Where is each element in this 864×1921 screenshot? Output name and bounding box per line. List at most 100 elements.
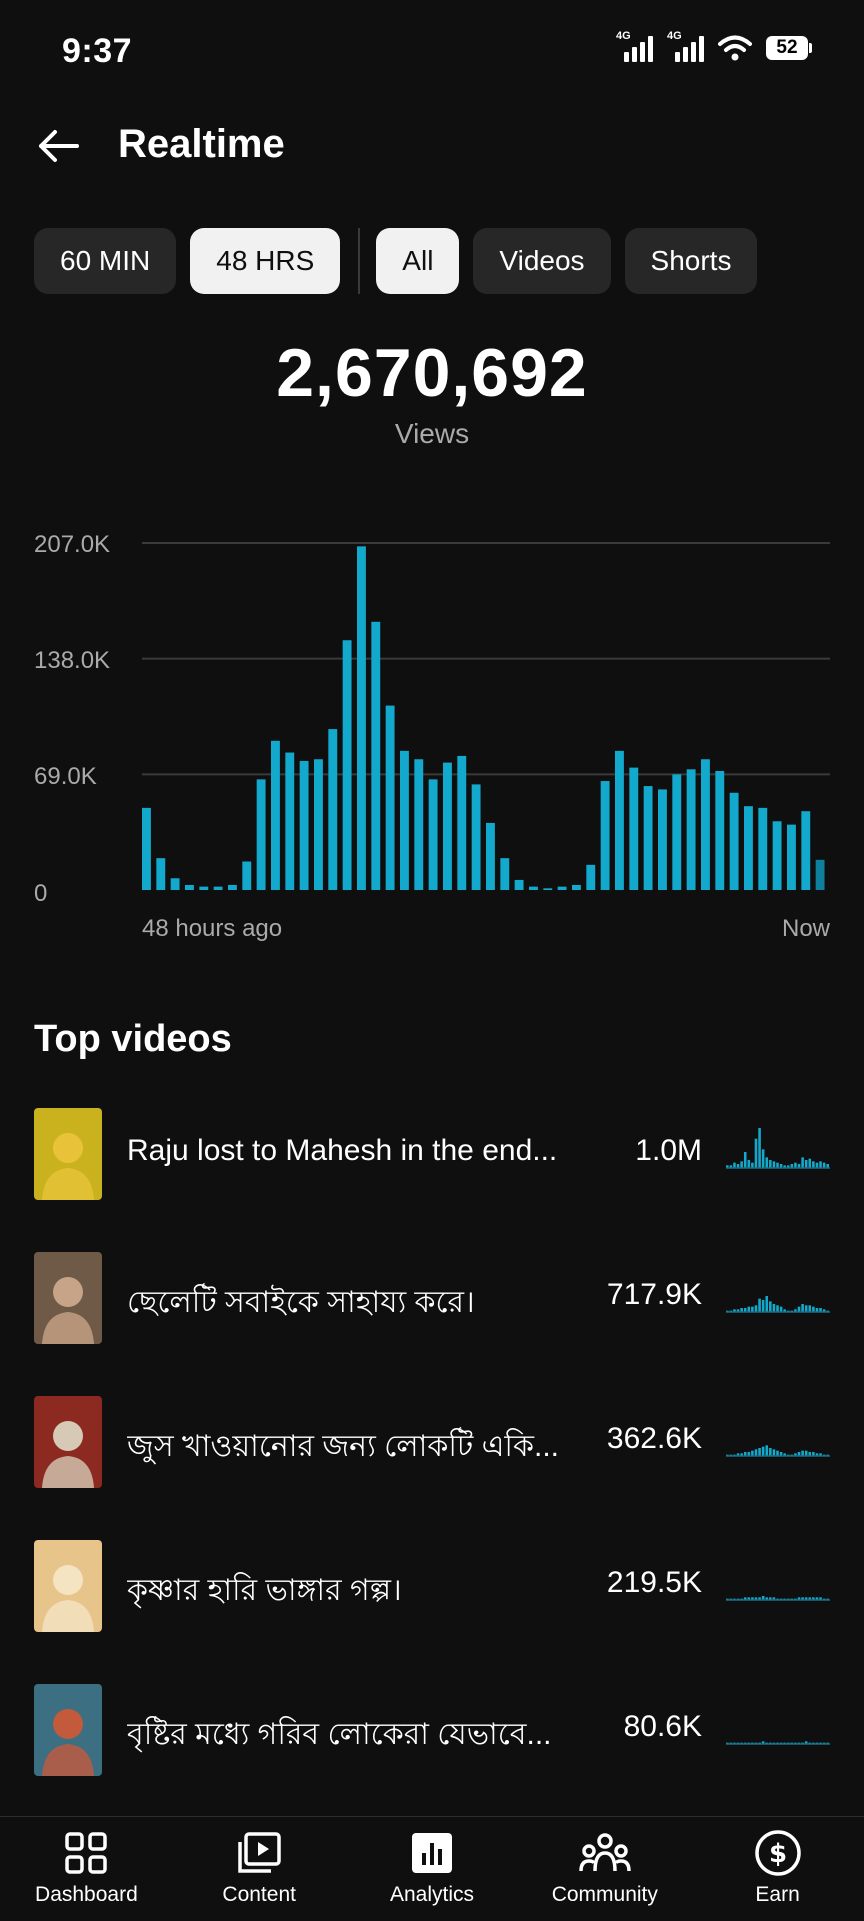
chip-all[interactable]: All xyxy=(376,228,460,294)
nav-community[interactable]: Community xyxy=(518,1817,691,1921)
sparkline-bar xyxy=(797,1306,801,1312)
chart-bar xyxy=(213,886,223,890)
earn-icon: $ xyxy=(754,1830,801,1876)
sparkline-bar xyxy=(758,1298,761,1312)
chart-bar xyxy=(629,767,639,890)
nav-label: Earn xyxy=(755,1883,800,1906)
chart-bar xyxy=(299,760,309,890)
dashboard-icon xyxy=(65,1832,108,1874)
video-row[interactable]: ছেলেটি সবাইকে সাহায্য করে। 717.9K xyxy=(0,1244,864,1388)
video-row[interactable]: বৃষ্টির মধ্যে গরিব লোকেরা যেভাবে... 80.6K xyxy=(0,1676,864,1820)
sparkline-bar xyxy=(779,1306,783,1312)
status-icons: 4G 4G 52 xyxy=(616,30,812,62)
sparkline-bar xyxy=(815,1162,819,1168)
x-start-label: 48 hours ago xyxy=(142,915,283,942)
chart-bar xyxy=(371,621,381,890)
chart-bar xyxy=(414,759,424,890)
sparkline-bar xyxy=(747,1160,751,1168)
chip-60-min[interactable]: 60 MIN xyxy=(34,228,177,294)
chart-bar xyxy=(156,858,166,890)
sparkline-bar xyxy=(822,1162,826,1168)
video-row[interactable]: কৃষ্ণার হারি ভাঙ্গার গল্প। 219.5K xyxy=(0,1532,864,1676)
video-row[interactable]: জুস খাওয়ানোর জন্য লোকটি একি... 362.6K xyxy=(0,1388,864,1532)
chart-bar xyxy=(400,750,409,890)
arrow-left-icon xyxy=(39,130,79,162)
chart-bar xyxy=(385,705,395,890)
analytics-icon xyxy=(411,1833,452,1873)
sparkline-bar xyxy=(754,1305,758,1312)
video-title: কৃষ্ণার হারি ভাঙ্গার গল্প। xyxy=(127,1574,402,1607)
chip-48-hrs[interactable]: 48 HRS xyxy=(190,228,341,294)
video-views: 80.6K xyxy=(623,1710,702,1743)
sparkline-bar xyxy=(794,1162,797,1168)
sparkline-bar xyxy=(801,1157,804,1168)
page-title: Realtime xyxy=(118,122,285,166)
video-title: ছেলেটি সবাইকে সাহায্য করে। xyxy=(127,1286,475,1319)
total-views-label: Views xyxy=(394,418,470,449)
chart-bar xyxy=(772,821,782,890)
sparkline-bar xyxy=(776,1305,779,1312)
sparkline-bar xyxy=(801,1450,804,1456)
chart-bar xyxy=(686,769,696,890)
nav-content[interactable]: Content xyxy=(173,1817,346,1921)
chart-bar xyxy=(701,759,710,890)
sparkline-bar xyxy=(812,1306,815,1312)
top-videos-title: Top videos xyxy=(34,1018,232,1060)
sparkline-bar xyxy=(808,1158,812,1168)
chart-bar xyxy=(142,807,151,890)
sparkline-bar xyxy=(772,1304,776,1312)
sparkline-bar xyxy=(819,1161,822,1168)
sparkline-bar xyxy=(751,1306,754,1312)
chart-bar xyxy=(557,886,567,890)
video-thumbnail xyxy=(34,1108,102,1200)
sparkline-bar xyxy=(751,1162,754,1168)
sparkline-bar xyxy=(765,1445,769,1456)
sparkline-bar xyxy=(743,1152,747,1168)
chip-shorts[interactable]: Shorts xyxy=(624,228,758,294)
status-bar: 9:37 4G 4G 52 xyxy=(0,0,864,100)
app-header: Realtime xyxy=(0,110,864,180)
sparkline-bar xyxy=(808,1305,812,1312)
chart-bar xyxy=(170,878,180,890)
chart-bar xyxy=(314,759,323,890)
bar-chart xyxy=(142,542,830,890)
chart-bar xyxy=(572,884,581,890)
chart-bar xyxy=(543,888,553,890)
bottom-nav: Dashboard Content Analytics Community $ … xyxy=(0,1816,864,1921)
sparkline-bar xyxy=(772,1161,776,1168)
sparkline-bar xyxy=(751,1450,754,1456)
signal-icon: 4G xyxy=(667,30,704,62)
chip-videos[interactable]: Videos xyxy=(473,228,611,294)
video-thumbnail xyxy=(34,1396,102,1488)
nav-earn[interactable]: $ Earn xyxy=(691,1817,864,1921)
back-button[interactable] xyxy=(30,118,86,174)
sparkline-bar xyxy=(754,1138,758,1168)
chart-bar xyxy=(443,762,452,890)
chart-bar xyxy=(357,546,366,890)
video-row[interactable]: Raju lost to Mahesh in the end... 1.0M xyxy=(0,1100,864,1244)
nav-label: Community xyxy=(551,1883,658,1906)
nav-dashboard[interactable]: Dashboard xyxy=(0,1817,173,1921)
chart-bar xyxy=(228,884,237,890)
sparkline-bar xyxy=(804,1160,808,1168)
wifi-icon xyxy=(718,35,752,61)
sparkline-bar xyxy=(733,1162,736,1168)
chart-bar xyxy=(658,789,667,890)
chart-bar xyxy=(615,750,624,890)
chart-bar xyxy=(500,858,510,890)
nav-analytics[interactable]: Analytics xyxy=(346,1817,519,1921)
sparkline-bar xyxy=(804,1305,808,1312)
chart-bar xyxy=(342,640,352,890)
network-type-label: 4G xyxy=(616,30,631,42)
sparkline-bar xyxy=(761,1446,765,1456)
nav-label: Dashboard xyxy=(35,1883,138,1906)
sparkline-bar xyxy=(758,1128,761,1168)
filter-chips: 60 MIN 48 HRS All Videos Shorts xyxy=(34,228,771,294)
x-end-label: Now xyxy=(781,915,830,942)
chip-divider xyxy=(358,228,361,294)
top-videos-list: Raju lost to Mahesh in the end... 1.0M ছেল… xyxy=(0,1100,864,1820)
chart-bar xyxy=(471,784,481,890)
video-thumbnail xyxy=(34,1252,102,1344)
chart-bar xyxy=(758,807,768,890)
sparkline-bar xyxy=(772,1449,776,1456)
